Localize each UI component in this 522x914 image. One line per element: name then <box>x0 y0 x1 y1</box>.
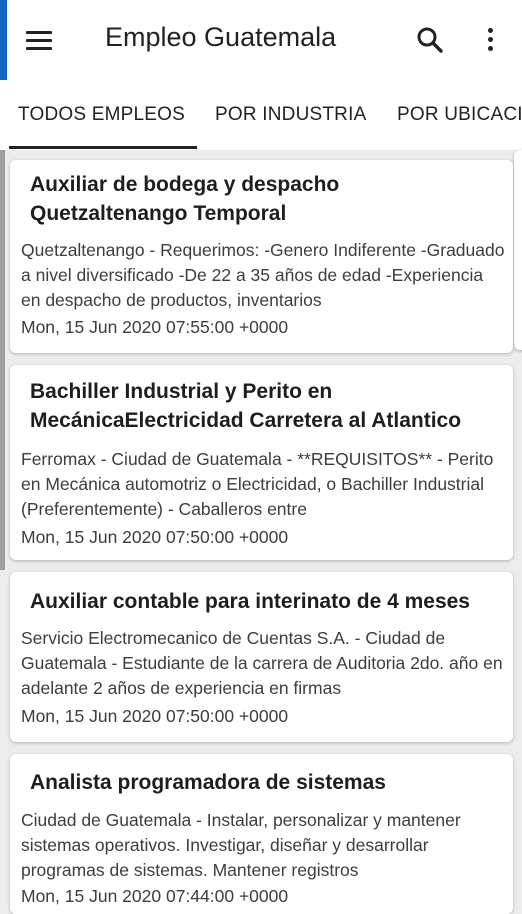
job-date: Mon, 15 Jun 2020 07:44:00 +0000 <box>21 886 289 906</box>
job-date: Mon, 15 Jun 2020 07:55:00 +0000 <box>21 317 289 337</box>
tab-todos-empleos[interactable]: TODOS EMPLEOS <box>18 104 185 126</box>
job-description: Servicio Electromecanico de Cuentas S.A.… <box>21 628 503 698</box>
job-title: Auxiliar de bodega y despacho Quetzalten… <box>30 173 340 225</box>
app-title: Empleo Guatemala <box>105 22 337 52</box>
edge-strip <box>0 0 7 90</box>
job-card[interactable]: Auxiliar de bodega y despacho Quetzalten… <box>10 160 513 353</box>
more-vert-icon[interactable] <box>478 24 502 56</box>
tab-por-industria[interactable]: POR INDUSTRIA <box>215 104 366 126</box>
job-description: Ciudad de Guatemala - Instalar, personal… <box>21 810 461 880</box>
job-date: Mon, 15 Jun 2020 07:50:00 +0000 <box>21 527 289 547</box>
tab-indicator <box>9 146 197 149</box>
scrollbar[interactable] <box>0 150 5 570</box>
job-title: Bachiller Industrial y Perito en Mecánic… <box>30 380 462 432</box>
job-date: Mon, 15 Jun 2020 07:50:00 +0000 <box>21 706 289 726</box>
job-description: Ferromax - Ciudad de Guatemala - **REQUI… <box>21 449 494 519</box>
job-card[interactable]: Auxiliar contable para interinato de 4 m… <box>10 572 513 742</box>
job-card[interactable]: Bachiller Industrial y Perito en Mecánic… <box>10 365 513 560</box>
job-title: Auxiliar contable para interinato de 4 m… <box>30 590 470 613</box>
hamburger-menu-icon[interactable] <box>24 26 58 54</box>
tab-bar: TODOS EMPLEOS POR INDUSTRIA POR UBICACIÓ… <box>0 80 522 150</box>
tab-por-ubicacion[interactable]: POR UBICACIÓN <box>397 104 522 126</box>
job-title: Analista programadora de sistemas <box>30 771 386 794</box>
job-card[interactable]: Analista programadora de sistemas Ciudad… <box>10 754 513 914</box>
adjacent-page-card <box>514 150 522 350</box>
search-icon[interactable] <box>414 24 446 56</box>
job-description: Quetzaltenango - Requerimos: -Genero Ind… <box>21 240 505 310</box>
app-bar: Empleo Guatemala <box>0 0 522 90</box>
